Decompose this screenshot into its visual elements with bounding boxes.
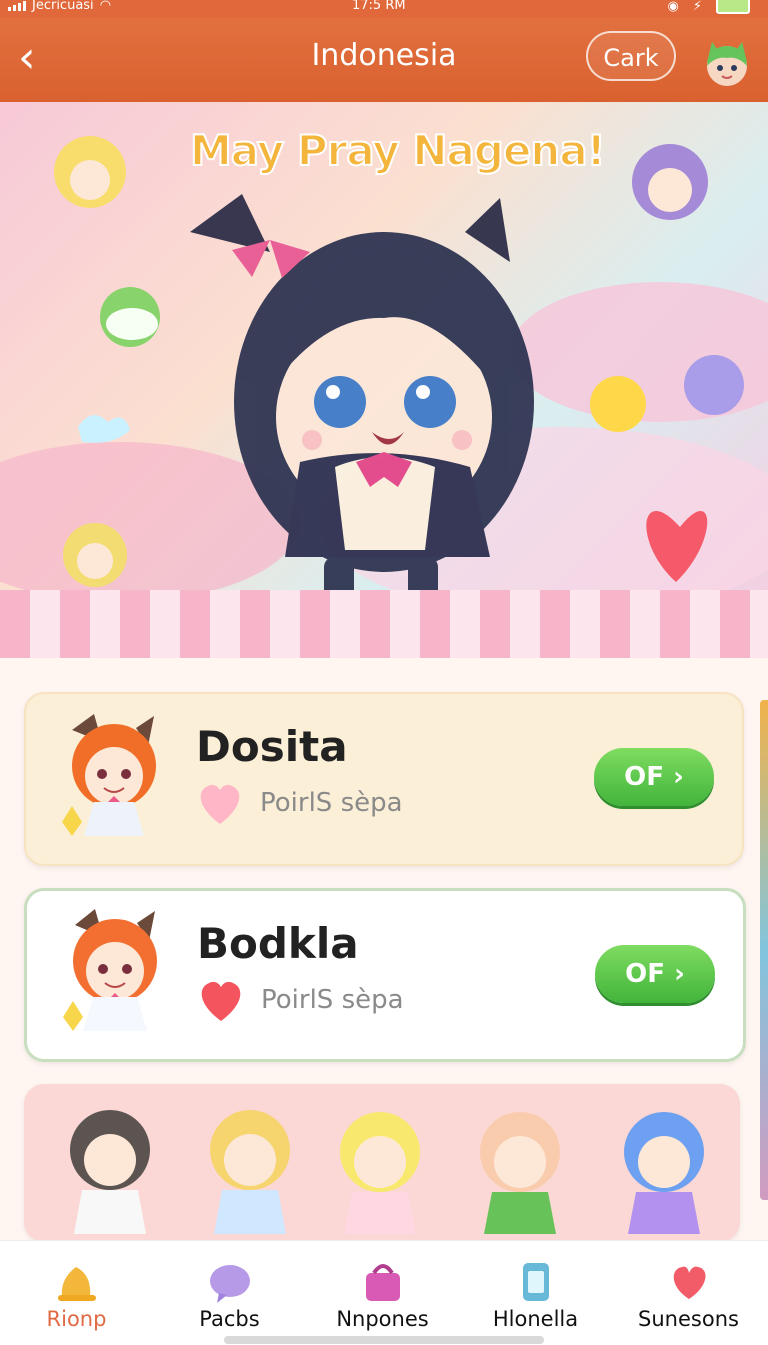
header-action-button[interactable]: Cark [586,31,676,81]
status-time: 17:5 RM [352,0,406,13]
bell-icon [57,1267,96,1301]
tab-nnpones[interactable]: Nnpones [306,1241,459,1345]
card-subtitle: PoirlS sèpa [261,985,404,1015]
card-subtitle: PoirlS sèpa [260,788,403,818]
tab-hlonella[interactable]: Hlonella [459,1241,612,1345]
tab-pacbs[interactable]: Pacbs [153,1241,306,1345]
wifi-icon: ◠ [99,0,112,13]
app-header: ‹ Indonesia Cark [0,18,768,102]
status-bar: Jecricuasi ◠ 17:5 RM ◉ ⚡ [0,0,768,18]
phone-icon [522,1263,549,1301]
tab-label: Hlonella [492,1307,579,1331]
battery-icon [716,0,750,14]
bolt-icon: ⚡ [692,0,702,14]
tab-rionp[interactable]: Rionp [0,1241,153,1345]
chat-heart-icon [673,1266,705,1299]
heart-icon [201,981,241,1021]
alarm-icon: ◉ [667,0,679,14]
card-title: Dosita [196,722,348,771]
tab-label: Sunesons [638,1307,739,1331]
tab-label: Pacbs [199,1307,260,1331]
open-button[interactable]: OF › [595,945,715,1003]
list-item[interactable]: Dosita PoirlS sèpa OF › [24,692,744,866]
signal-icon [8,0,26,11]
signal-area: Jecricuasi ◠ [8,0,111,13]
character-avatar [62,714,156,836]
tab-label: Rionp [46,1307,107,1331]
hero-title: May Pray Nagena! [189,125,607,176]
hero-banner: May Pray Nagena! [0,102,768,658]
side-scroll-preview [760,700,768,1200]
status-icons: ◉ ⚡ [668,0,750,14]
carrier-label: Jecricuasi [32,0,94,13]
list-item[interactable]: Bodkla PoirlS sèpa OF › [24,888,746,1062]
home-indicator [224,1336,544,1344]
open-button[interactable]: OF › [594,748,714,806]
tab-sunesons[interactable]: Sunesons [612,1241,765,1345]
profile-avatar[interactable] [700,38,754,92]
card-title: Bodkla [197,919,359,968]
bag-icon [365,1264,400,1301]
bottom-tab-bar: Rionp Pacbs Nnpones Hlonella Sunesons [0,1240,768,1345]
tab-label: Nnpones [336,1307,429,1331]
character-group-illustration [70,1110,704,1234]
stage-floor [0,590,768,658]
hero-illustration [0,136,768,640]
heart-icon [200,784,240,824]
heart-bubble-icon [209,1265,250,1303]
character-group-card[interactable] [24,1084,740,1242]
character-avatar [63,909,157,1031]
